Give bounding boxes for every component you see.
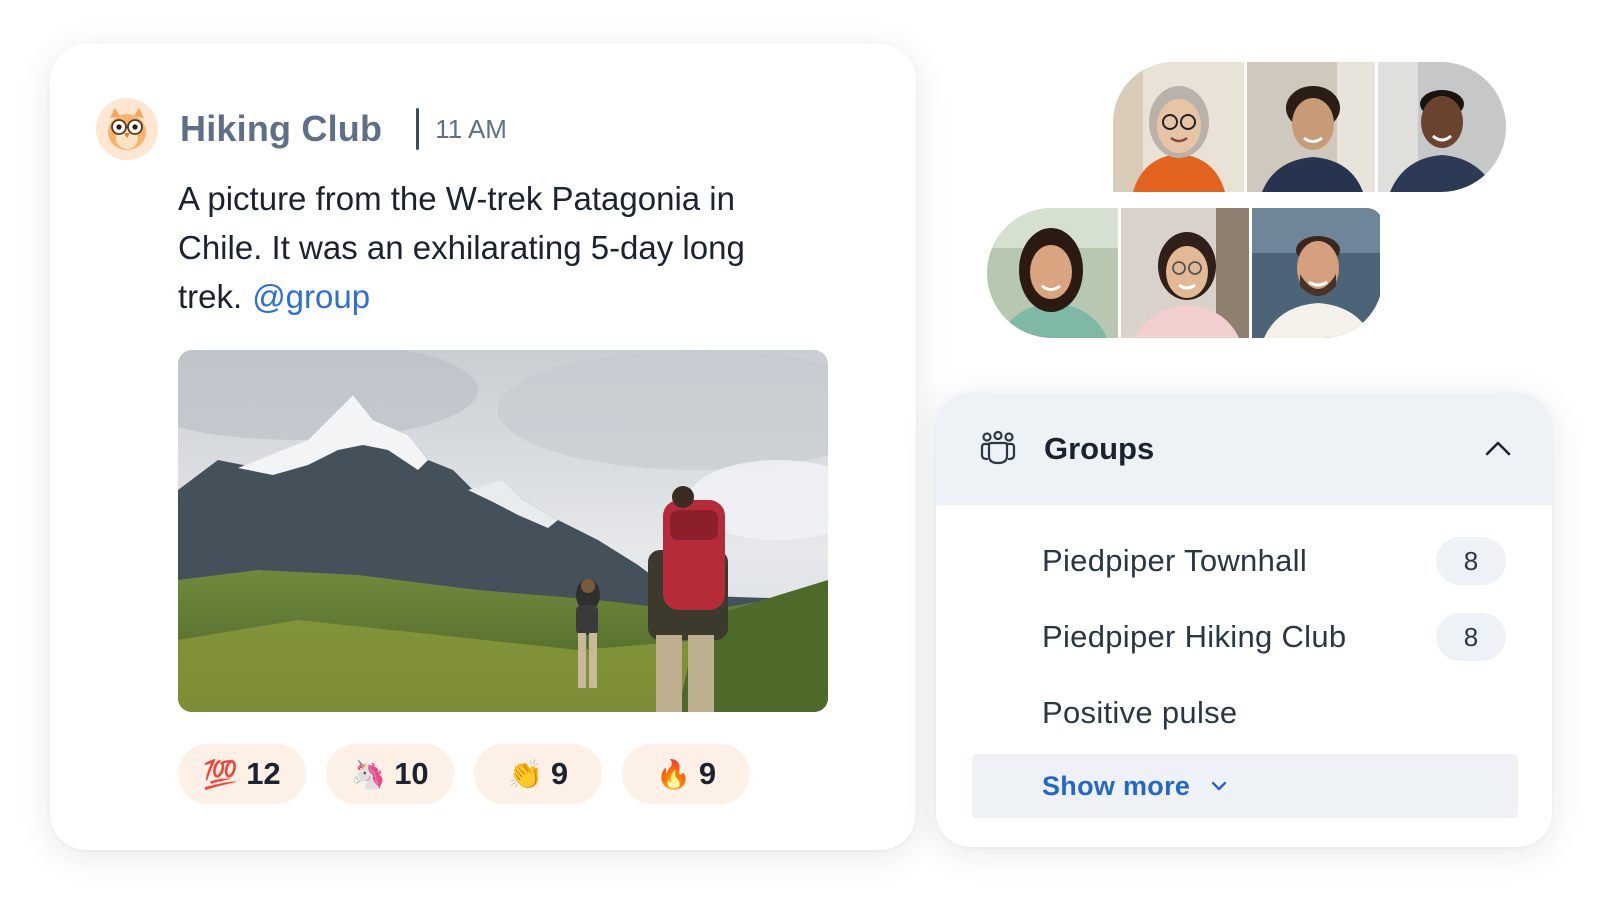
chevron-down-icon xyxy=(1208,774,1232,798)
participant-photo-1 xyxy=(1113,62,1244,192)
group-member-count: 8 xyxy=(1436,537,1506,585)
group-list: Piedpiper Townhall 8 Piedpiper Hiking Cl… xyxy=(936,505,1552,751)
participant-photo-2 xyxy=(1244,62,1375,192)
group-item-positive-pulse[interactable]: Positive pulse xyxy=(936,675,1552,751)
group-name: Piedpiper Hiking Club xyxy=(1042,619,1347,654)
reaction-count: 9 xyxy=(698,756,717,791)
participant-photo-6 xyxy=(1249,208,1380,338)
group-item-piedpiper-townhall[interactable]: Piedpiper Townhall 8 xyxy=(936,523,1552,599)
people-group-icon xyxy=(978,429,1018,469)
reaction-count: 9 xyxy=(550,756,569,791)
groups-panel: Groups Piedpiper Townhall 8 Piedpiper Hi… xyxy=(936,393,1552,847)
reaction-fire[interactable]: 🔥 9 xyxy=(622,744,750,804)
reaction-hundred-points[interactable]: 💯 12 xyxy=(178,744,306,804)
fire-icon: 🔥 xyxy=(655,758,691,790)
show-more-label: Show more xyxy=(1042,770,1191,801)
hundred-points-icon: 💯 xyxy=(203,758,239,790)
post-message: A picture from the W-trek Patagonia in C… xyxy=(178,174,818,321)
participant-photo-3 xyxy=(1375,62,1506,192)
unicorn-icon: 🦄 xyxy=(351,758,387,790)
post-header: Hiking Club 11 AM xyxy=(96,98,507,160)
participant-photo-4 xyxy=(987,208,1118,338)
groups-title: Groups xyxy=(1044,431,1155,466)
participant-collage-bottom xyxy=(987,208,1383,338)
reaction-unicorn[interactable]: 🦄 10 xyxy=(326,744,454,804)
reactions-bar: 💯 12 🦄 10 👏 9 🔥 9 xyxy=(178,744,750,804)
group-name: Positive pulse xyxy=(1042,695,1238,730)
show-more-button[interactable]: Show more xyxy=(972,754,1518,818)
reaction-count: 12 xyxy=(246,756,281,791)
group-name: Piedpiper Townhall xyxy=(1042,543,1308,578)
mountain-hikers-photo[interactable] xyxy=(178,350,828,712)
post-card: Hiking Club 11 AM A picture from the W-t… xyxy=(50,44,916,850)
group-member-count: 8 xyxy=(1436,613,1506,661)
reaction-count: 10 xyxy=(394,756,429,791)
participant-photo-5 xyxy=(1118,208,1249,338)
owl-avatar-icon[interactable] xyxy=(96,98,158,160)
post-timestamp: 11 AM xyxy=(435,113,507,144)
club-name[interactable]: Hiking Club xyxy=(180,108,382,150)
chevron-up-icon[interactable] xyxy=(1482,433,1514,465)
participant-collage-top xyxy=(1113,62,1506,192)
groups-header[interactable]: Groups xyxy=(936,393,1552,505)
header-divider xyxy=(416,108,420,150)
group-item-piedpiper-hiking-club[interactable]: Piedpiper Hiking Club 8 xyxy=(936,599,1552,675)
mention-link[interactable]: @group xyxy=(252,278,370,315)
reaction-clapping-hands[interactable]: 👏 9 xyxy=(474,744,602,804)
clapping-hands-icon: 👏 xyxy=(507,758,543,790)
